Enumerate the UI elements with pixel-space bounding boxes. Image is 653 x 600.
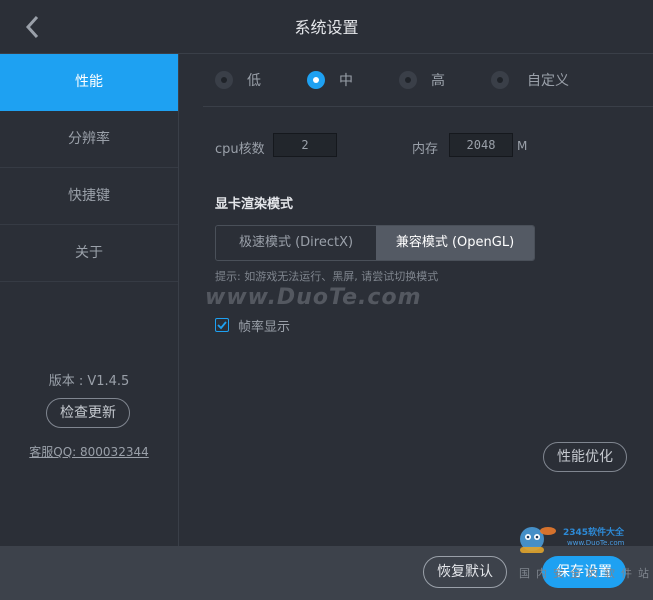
level-label-custom: 自定义 bbox=[527, 73, 569, 89]
divider bbox=[203, 106, 653, 107]
settings-panel: 低 中 高 自定义 cpu核数 2 内存 2048 M 显卡渲染模式 极速模式 … bbox=[179, 54, 653, 546]
page-title: 系统设置 bbox=[294, 18, 359, 37]
radio-low[interactable] bbox=[215, 71, 233, 89]
check-update-button[interactable]: 检查更新 bbox=[46, 398, 130, 428]
logo-url: www.DuoTe.com bbox=[567, 539, 625, 547]
cpu-cores-input[interactable]: 2 bbox=[273, 133, 337, 157]
level-label-low: 低 bbox=[247, 73, 261, 89]
radio-medium[interactable] bbox=[307, 71, 325, 89]
sidebar-item-shortcuts[interactable]: 快捷键 bbox=[0, 168, 178, 225]
checkmark-icon bbox=[217, 321, 227, 330]
render-mode-switch: 极速模式 (DirectX) 兼容模式 (OpenGL) bbox=[215, 225, 535, 261]
level-label-high: 高 bbox=[431, 73, 445, 89]
memory-unit: M bbox=[517, 139, 528, 153]
logo-tagline: 国内安全的软件站 bbox=[519, 567, 653, 580]
sidebar-item-about[interactable]: 关于 bbox=[0, 225, 178, 282]
title-bar: 系统设置 bbox=[0, 0, 653, 54]
render-mode-opengl[interactable]: 兼容模式 (OpenGL) bbox=[376, 226, 534, 260]
radio-high[interactable] bbox=[399, 71, 417, 89]
render-mode-directx[interactable]: 极速模式 (DirectX) bbox=[216, 226, 376, 260]
level-label-medium: 中 bbox=[339, 73, 353, 89]
site-logo-watermark: 2345软件大全 www.DuoTe.com 国内安全的软件站 bbox=[512, 519, 653, 580]
render-hint: 提示: 如游戏无法运行、黑屏, 请尝试切换模式 bbox=[215, 270, 439, 283]
render-mode-title: 显卡渲染模式 bbox=[215, 197, 294, 212]
cpu-label: cpu核数 bbox=[215, 142, 265, 157]
watermark: www.DuoTe.com bbox=[205, 285, 422, 310]
service-qq-link[interactable]: 客服QQ: 800032344 bbox=[0, 443, 178, 460]
radio-custom[interactable] bbox=[491, 71, 509, 89]
memory-input[interactable]: 2048 bbox=[449, 133, 513, 157]
fps-label: 帧率显示 bbox=[238, 320, 291, 335]
reset-defaults-button[interactable]: 恢复默认 bbox=[423, 556, 507, 588]
optimize-button[interactable]: 性能优化 bbox=[543, 442, 627, 472]
sidebar-item-resolution[interactable]: 分辨率 bbox=[0, 111, 178, 168]
logo-title: 2345软件大全 bbox=[563, 528, 625, 538]
version-text: 版本 : V1.4.5 bbox=[48, 374, 130, 389]
memory-label: 内存 bbox=[412, 142, 439, 157]
sidebar: 性能 分辨率 快捷键 关于 版本 : V1.4.5 检查更新 客服QQ: 800… bbox=[0, 54, 179, 546]
fps-checkbox[interactable] bbox=[215, 318, 229, 332]
mascot-icon bbox=[520, 527, 556, 553]
sidebar-item-performance[interactable]: 性能 bbox=[0, 54, 178, 111]
